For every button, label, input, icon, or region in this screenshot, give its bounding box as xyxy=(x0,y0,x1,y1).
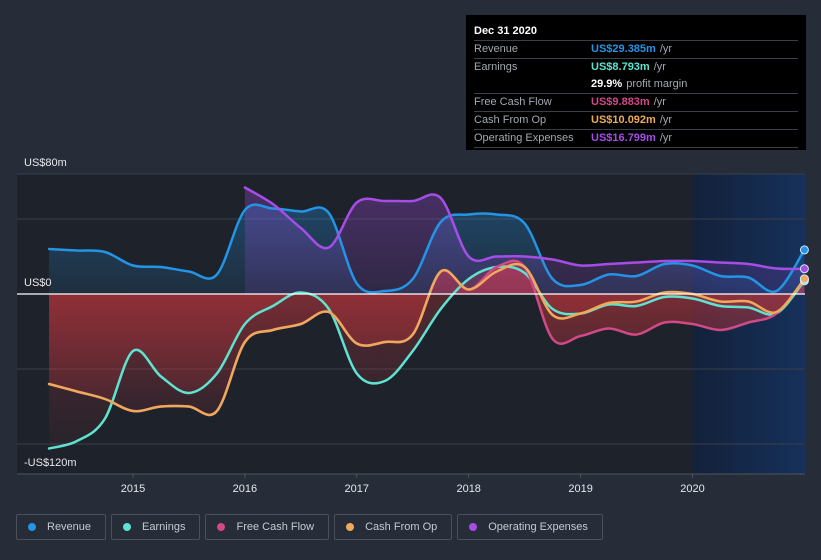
tooltip-value: US$8.793m xyxy=(591,61,650,73)
tooltip-label: Operating Expenses xyxy=(474,132,574,144)
tooltip-value: US$16.799m xyxy=(591,132,656,144)
tooltip-row-revenue: Revenue US$29.385m /yr xyxy=(474,41,798,59)
tooltip-label: Free Cash Flow xyxy=(474,96,552,108)
tooltip-row-cash-from-op: Cash From Op US$10.092m /yr xyxy=(474,112,798,130)
tooltip-label xyxy=(474,76,591,93)
legend-label: Revenue xyxy=(47,521,92,533)
x-tick-label: 2019 xyxy=(568,483,592,495)
tooltip-value: US$29.385m xyxy=(591,43,656,55)
y-tick-label: US$80m xyxy=(24,157,67,169)
legend-label: Earnings xyxy=(142,521,186,533)
tooltip-unit: /yr xyxy=(659,114,673,126)
tooltip-unit: /yr xyxy=(653,96,666,108)
cash-from-op-dot-icon xyxy=(346,523,355,531)
tooltip-row-profit-margin: 29.9% profit margin xyxy=(474,76,798,94)
tooltip-row-earnings: Earnings US$8.793m /yr xyxy=(474,59,798,76)
tooltip-unit: /yr xyxy=(659,43,673,55)
legend-item-cash-from-op[interactable]: Cash From Op xyxy=(334,514,453,540)
tooltip-unit: profit margin xyxy=(626,78,688,90)
profit-margin-value: 29.9% xyxy=(591,78,623,90)
free-cash-flow-dot-icon xyxy=(217,523,226,531)
legend-label: Operating Expenses xyxy=(488,521,588,533)
cash-from-op-end-marker xyxy=(799,274,809,284)
legend-item-earnings[interactable]: Earnings xyxy=(111,514,201,540)
legend-item-operating-expenses[interactable]: Operating Expenses xyxy=(457,514,603,540)
tooltip-row-operating-expenses: Operating Expenses US$16.799m /yr xyxy=(474,130,798,148)
tooltip-value: US$10.092m xyxy=(591,114,656,126)
tooltip-unit: /yr xyxy=(653,61,666,73)
revenue-end-marker xyxy=(799,245,809,255)
operating-expenses-dot-icon xyxy=(469,523,478,531)
legend-label: Free Cash Flow xyxy=(236,521,315,533)
tooltip-label: Revenue xyxy=(474,43,519,55)
x-tick-label: 2018 xyxy=(456,483,480,495)
tooltip: Dec 31 2020 Revenue US$29.385m /yr Earni… xyxy=(466,15,806,150)
legend: Revenue Earnings Free Cash Flow Cash Fro… xyxy=(16,514,603,540)
legend-label: Cash From Op xyxy=(365,521,438,533)
legend-item-free-cash-flow[interactable]: Free Cash Flow xyxy=(205,514,330,540)
tooltip-value: US$9.883m xyxy=(591,96,650,108)
tooltip-label: Cash From Op xyxy=(474,114,547,126)
x-tick-label: 2017 xyxy=(345,483,369,495)
x-tick-label: 2020 xyxy=(680,483,704,495)
y-tick-label: -US$120m xyxy=(24,457,77,469)
x-tick-label: 2016 xyxy=(233,483,257,495)
revenue-dot-icon xyxy=(28,523,36,531)
tooltip-label: Earnings xyxy=(474,61,518,73)
x-tick-label: 2015 xyxy=(121,483,145,495)
earnings-dot-icon xyxy=(123,523,132,531)
legend-item-revenue[interactable]: Revenue xyxy=(16,514,107,540)
y-tick-label: US$0 xyxy=(24,277,52,289)
operating-expenses-end-marker xyxy=(799,264,809,274)
tooltip-row-free-cash-flow: Free Cash Flow US$9.883m /yr xyxy=(474,94,798,112)
tooltip-unit: /yr xyxy=(659,132,673,144)
tooltip-date: Dec 31 2020 xyxy=(474,23,798,41)
